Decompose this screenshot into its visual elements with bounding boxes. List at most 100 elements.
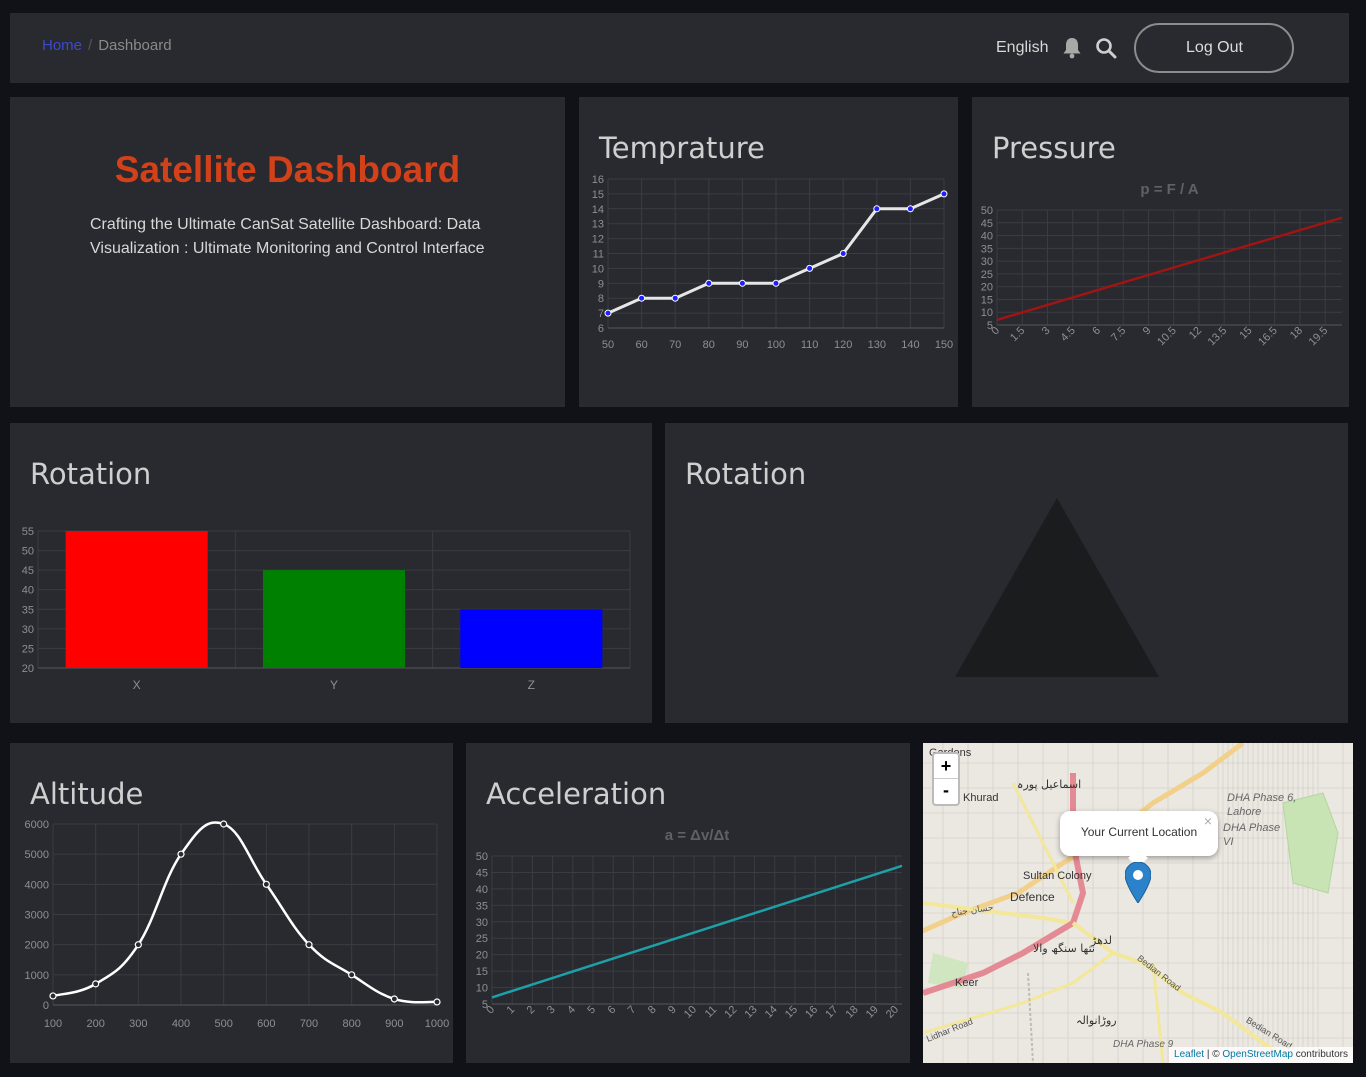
y-tick-label: 25 <box>22 643 34 655</box>
temperature-chart: 6 7 8 9 10 11 12 13 14 15 16 50 60 70 80 90 100 110 120 130… <box>592 174 953 351</box>
breadcrumb-home-link[interactable]: Home <box>42 37 82 54</box>
x-tick-label: 70 <box>669 339 681 351</box>
map-zoom-control: + - <box>932 752 960 806</box>
x-tick-label: 110 <box>801 339 819 351</box>
x-tick-label: 8 <box>646 1004 659 1017</box>
search-icon[interactable] <box>1094 36 1118 60</box>
map-popup: Your Current Location × <box>1060 811 1218 868</box>
x-tick-label: 14 <box>763 1004 780 1021</box>
y-tick-label: 40 <box>981 231 993 243</box>
x-tick-label: 900 <box>385 1018 403 1030</box>
acceleration-line <box>491 864 903 999</box>
language-selector[interactable]: English <box>996 39 1048 57</box>
x-tick-label: 10 <box>682 1004 699 1021</box>
x-tick-label: 18 <box>1288 325 1305 342</box>
x-tick-label: 12 <box>1187 325 1204 342</box>
temperature-card: Temprature 6 7 8 9 10 11 12 13 14 15 16 50 60 70 80 90 1… <box>579 97 958 407</box>
attribution-contributors: contributors <box>1292 1049 1348 1060</box>
y-tick-label: 7 <box>598 308 604 320</box>
x-tick-label: 140 <box>901 339 919 351</box>
bell-icon[interactable] <box>1060 36 1084 60</box>
x-tick-label: 17 <box>823 1004 840 1021</box>
openstreetmap-link[interactable]: OpenStreetMap <box>1222 1049 1293 1060</box>
x-tick-label: 10.5 <box>1155 325 1179 349</box>
altitude-point <box>49 992 57 1000</box>
y-tick-label: 50 <box>476 851 488 863</box>
map-zoom-in-button[interactable]: + <box>934 754 958 779</box>
temperature-point <box>738 279 746 287</box>
y-tick-label: 45 <box>476 867 488 879</box>
x-tick-label: 500 <box>214 1018 232 1030</box>
y-tick-label: 0 <box>43 1000 49 1012</box>
x-tick-label: 1.5 <box>1008 325 1027 344</box>
x-tick-label: 9 <box>666 1004 679 1017</box>
x-tick-label: 19.5 <box>1307 325 1331 349</box>
rotation-3d-view[interactable] <box>665 423 1348 723</box>
x-tick-label: 2 <box>525 1004 538 1017</box>
temperature-point <box>906 205 914 213</box>
x-tick-label: 11 <box>703 1004 720 1021</box>
rotation-bar-card: Rotation 20 25 30 35 40 45 50 55 X Y Z <box>10 423 652 723</box>
x-tick-label: 0 <box>989 325 1002 338</box>
map-marker-icon[interactable] <box>1124 861 1152 904</box>
leaflet-link[interactable]: Leaflet <box>1174 1049 1204 1060</box>
x-tick-label: 150 <box>935 339 953 351</box>
y-tick-label: 25 <box>476 933 488 945</box>
temperature-point <box>604 309 612 317</box>
map-label-rorranwala: روڑانوالہ <box>1076 1014 1117 1027</box>
bar-y <box>262 570 406 668</box>
x-tick-label: 19 <box>864 1004 881 1021</box>
bar-x <box>65 531 208 668</box>
y-tick-label: 15 <box>476 966 488 978</box>
dashboard-title: Satellite Dashboard <box>114 149 461 190</box>
x-tick-label: 12 <box>722 1004 739 1021</box>
x-tick-label: Y <box>330 678 338 692</box>
temperature-point <box>671 294 679 302</box>
y-tick-label: 50 <box>22 546 34 558</box>
altitude-point <box>220 820 228 828</box>
x-tick-label: 100 <box>767 339 785 351</box>
dashboard-subtitle: Crafting the Ultimate CanSat Satellite D… <box>90 216 485 257</box>
map-zoom-out-button[interactable]: - <box>934 779 958 804</box>
y-tick-label: 12 <box>592 234 604 246</box>
x-tick-label: 600 <box>257 1018 275 1030</box>
navbar-actions: English Log Out <box>996 23 1295 73</box>
temperature-point <box>940 190 948 198</box>
y-tick-label: 20 <box>476 950 488 962</box>
map-label-sultan-colony: Sultan Colony <box>1023 870 1092 882</box>
logout-button[interactable]: Log Out <box>1134 23 1295 73</box>
temperature-point <box>705 279 713 287</box>
x-tick-label: 7.5 <box>1109 325 1128 344</box>
y-tick-label: 45 <box>22 565 34 577</box>
breadcrumb-separator: / <box>88 37 93 54</box>
x-tick-label: 700 <box>300 1018 318 1030</box>
x-tick-label: 3 <box>545 1004 558 1017</box>
x-tick-label: 1 <box>505 1004 518 1017</box>
x-tick-label: 16.5 <box>1256 325 1280 349</box>
y-tick-label: 30 <box>476 917 488 929</box>
pressure-chart: p = F / A51015202530354045500 1.5 3 4.5 6 7.5… <box>981 181 1343 349</box>
map-label-ismail-pura: اسماعیل پورہ <box>1017 778 1082 791</box>
y-tick-label: 6 <box>598 323 604 335</box>
y-tick-label: 45 <box>981 218 993 230</box>
y-tick-label: 8 <box>598 293 604 305</box>
altitude-point <box>262 880 270 888</box>
y-tick-label: 30 <box>981 256 993 268</box>
x-tick-label: 4 <box>565 1004 578 1017</box>
y-tick-label: 35 <box>981 243 993 255</box>
map-popup-close-button[interactable]: × <box>1204 813 1212 829</box>
y-tick-label: 50 <box>981 205 993 217</box>
acceleration-card: Acceleration a = Δv/Δt 5 10 15 20 25 30 35 40 45 5… <box>466 743 910 1063</box>
x-tick-label: 300 <box>129 1018 147 1030</box>
location-map[interactable]: Gardens Khurad اسماعیل پورہ DHA Phase 6,… <box>923 743 1353 1063</box>
temperature-point <box>806 264 814 272</box>
pressure-card: Pressure p = F / A 5 10 15 20 25 30 35 40 45 50 0 1.… <box>972 97 1349 407</box>
x-tick-label: 9 <box>1141 325 1154 338</box>
x-tick-label: 4.5 <box>1059 325 1078 344</box>
y-tick-label: 20 <box>981 282 993 294</box>
y-tick-label: 9 <box>598 278 604 290</box>
x-tick-label: 16 <box>803 1004 820 1021</box>
acceleration-chart: a = Δv/Δt51015202530354045500 1 2 3 4 5 6 7 8 9 10… <box>476 827 903 1021</box>
x-tick-label: 200 <box>86 1018 104 1030</box>
y-tick-label: 15 <box>981 294 993 306</box>
